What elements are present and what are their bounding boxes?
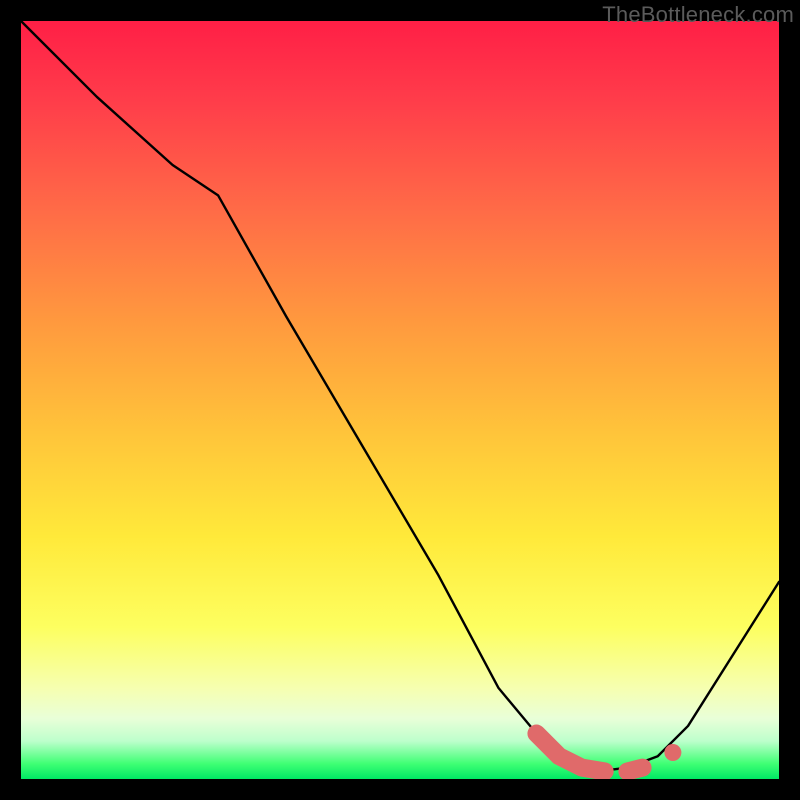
highlight-markers: [536, 734, 681, 772]
plot-frame: [21, 21, 779, 779]
bottleneck-chart: [21, 21, 779, 779]
bottleneck-curve: [21, 21, 779, 771]
watermark-text: TheBottleneck.com: [602, 2, 794, 28]
highlight-dot-icon: [664, 744, 681, 761]
